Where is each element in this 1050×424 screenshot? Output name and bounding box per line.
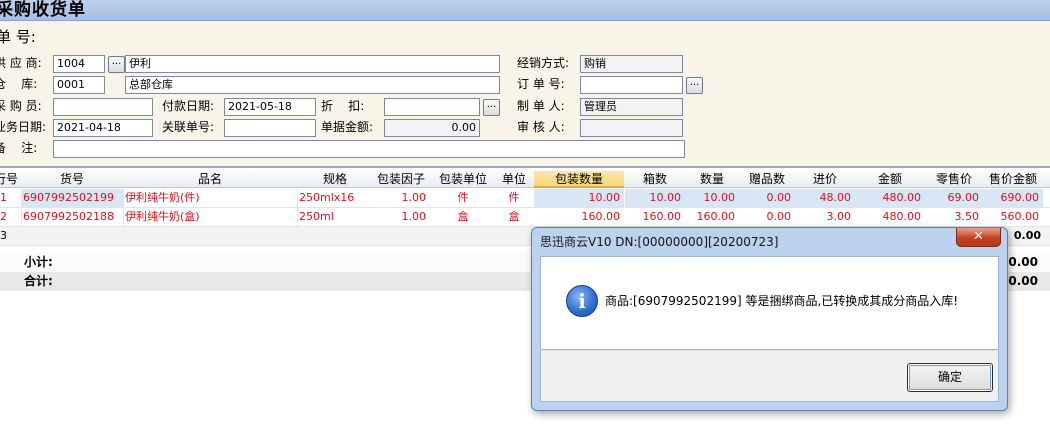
cell-amount[interactable]: 480.00 (855, 189, 925, 207)
col-header-qty[interactable]: 数量 (685, 171, 739, 188)
cell-retail-amount[interactable]: 560.00 (983, 208, 1043, 226)
col-header-pack-qty[interactable]: 包装数量 (534, 171, 624, 188)
cell-factor[interactable]: 1.00 (372, 208, 430, 226)
sales-mode-label: 经销方式: (517, 56, 570, 70)
remark-label: 备 注: (0, 141, 38, 155)
discount-label: 折 扣: (321, 99, 365, 113)
close-icon: ✕ (973, 229, 984, 244)
warehouse-code-field[interactable]: 0001 (53, 76, 105, 94)
col-header-pack-unit[interactable]: 包装单位 (432, 171, 494, 188)
cell-row-no: 3 (0, 229, 7, 242)
cell-cost[interactable]: 3.00 (795, 208, 855, 226)
col-header-boxes[interactable]: 箱数 (625, 171, 685, 188)
pay-date-label: 付款日期: (162, 99, 215, 113)
col-header-row-no[interactable]: 行号 (0, 171, 18, 188)
supplier-name-field[interactable]: 伊利 (125, 55, 500, 73)
grid-header: 行号 货号 品名 规格 包装因子 包装单位 单位 包装数量 箱数 数量 赠品数 … (0, 171, 1050, 188)
total-peek: 0.00 (1008, 274, 1038, 288)
cell-unit[interactable]: 盒 (494, 208, 534, 226)
total-label: 合计: (24, 274, 53, 288)
cell-spec[interactable]: 250ml (299, 208, 371, 226)
maker-field[interactable]: 管理员 (580, 98, 683, 116)
col-header-factor[interactable]: 包装因子 (372, 171, 430, 188)
related-no-field[interactable] (224, 119, 316, 137)
sales-mode-field[interactable]: 购销 (580, 55, 683, 73)
cell-cost[interactable]: 48.00 (795, 189, 855, 207)
subtotal-peek: 0.00 (1008, 255, 1038, 269)
cell-code[interactable]: 6907992502199 (22, 189, 123, 207)
cell-boxes[interactable]: 10.00 (625, 189, 685, 207)
cell-code[interactable]: 6907992502188 (22, 208, 123, 226)
cell-retail[interactable]: 3.50 (925, 208, 983, 226)
ok-button[interactable]: 确定 (907, 363, 993, 392)
cell-pack-unit[interactable]: 件 (432, 189, 494, 207)
auditor-field[interactable] (580, 119, 683, 137)
pay-date-field[interactable]: 2021-05-18 (224, 98, 316, 116)
related-no-label: 关联单号: (162, 120, 215, 134)
warehouse-name-field[interactable]: 总部仓库 (125, 76, 500, 94)
order-lookup-button[interactable]: ... (686, 77, 703, 94)
col-header-name[interactable]: 品名 (123, 171, 297, 188)
cell-pack-unit[interactable]: 盒 (432, 208, 494, 226)
cell-factor[interactable]: 1.00 (372, 189, 430, 207)
cell-retail-amount[interactable]: 690.00 (983, 189, 1043, 207)
cell-retail[interactable]: 69.00 (925, 189, 983, 207)
remark-field[interactable] (53, 140, 685, 158)
dialog-footer: 确定 (540, 350, 999, 402)
cell-qty[interactable]: 10.00 (685, 189, 739, 207)
supplier-lookup-button[interactable]: ... (108, 56, 125, 73)
supplier-label: 供 应 商: (0, 56, 42, 70)
warehouse-label: 仓 库: (0, 77, 38, 91)
auditor-label: 审 核 人: (517, 120, 565, 134)
cell-boxes[interactable]: 160.00 (625, 208, 685, 226)
table-row[interactable]: 2 6907992502188 伊利纯牛奶(盒) 250ml 1.00 盒 盒 … (0, 208, 1050, 227)
col-header-spec[interactable]: 规格 (298, 171, 372, 188)
subtotal-label: 小计: (24, 255, 53, 269)
supplier-code-field[interactable]: 1004 (53, 55, 105, 73)
dialog-title: 思迅商云V10 DN:[00000000][20200723] (540, 235, 779, 249)
order-no-label: 订 单 号: (517, 77, 565, 91)
discount-field[interactable] (384, 98, 480, 116)
buyer-field[interactable] (53, 98, 153, 116)
col-header-unit[interactable]: 单位 (494, 171, 534, 188)
cell-name[interactable]: 伊利纯牛奶(件) (125, 189, 297, 207)
cell-amount[interactable]: 480.00 (855, 208, 925, 226)
cell-row-no: 1 (0, 191, 7, 204)
col-header-code[interactable]: 货号 (22, 171, 122, 188)
buyer-label: 采 购 员: (0, 99, 42, 113)
info-icon: i (566, 285, 598, 317)
dialog-close-button[interactable]: ✕ (956, 228, 1001, 247)
cell-pack-qty[interactable]: 160.00 (534, 208, 624, 226)
col-header-retail[interactable]: 零售价 (925, 171, 983, 188)
discount-lookup-button[interactable]: ... (483, 99, 500, 116)
form-panel: 单 号: 供 应 商: 1004 ... 伊利 经销方式: 购销 仓 库: 00… (0, 21, 1050, 162)
maker-label: 制 单 人: (517, 99, 565, 113)
cell-row-no: 2 (0, 210, 7, 223)
cell-name[interactable]: 伊利纯牛奶(盒) (125, 208, 297, 226)
cell-gift[interactable]: 0.00 (739, 208, 795, 226)
bill-no-label: 单 号: (0, 28, 36, 46)
cell-retail-amount-peek: 0.00 (1013, 229, 1041, 242)
dialog-body: i 商品:[6907992502199] 等是捆绑商品,已转换成其成分商品入库! (540, 256, 999, 350)
cell-pack-qty[interactable]: 10.00 (534, 189, 624, 207)
window-title: 采购收货单 (0, 0, 86, 20)
cell-unit[interactable]: 件 (494, 189, 534, 207)
col-header-gift[interactable]: 赠品数 (739, 171, 795, 188)
order-no-field[interactable] (580, 76, 683, 94)
message-dialog: 思迅商云V10 DN:[00000000][20200723] ✕ i 商品:[… (531, 227, 1008, 411)
biz-date-field[interactable]: 2021-04-18 (53, 119, 153, 137)
dialog-message: 商品:[6907992502199] 等是捆绑商品,已转换成其成分商品入库! (605, 294, 959, 308)
cell-qty[interactable]: 160.00 (685, 208, 739, 226)
cell-spec[interactable]: 250mlx16 (299, 189, 371, 207)
bill-amount-field: 0.00 (384, 119, 480, 137)
bill-amount-label: 单据金额: (321, 120, 374, 134)
col-header-amount[interactable]: 金额 (855, 171, 925, 188)
cell-gift[interactable]: 0.00 (739, 189, 795, 207)
biz-date-label: 业务日期: (0, 120, 47, 134)
table-row[interactable]: 1 6907992502199 伊利纯牛奶(件) 250mlx16 1.00 件… (0, 189, 1050, 208)
col-header-cost[interactable]: 进价 (795, 171, 855, 188)
window-titlebar: 采购收货单 (0, 0, 1050, 21)
col-header-retail-amount[interactable]: 售价金额 (983, 171, 1043, 188)
